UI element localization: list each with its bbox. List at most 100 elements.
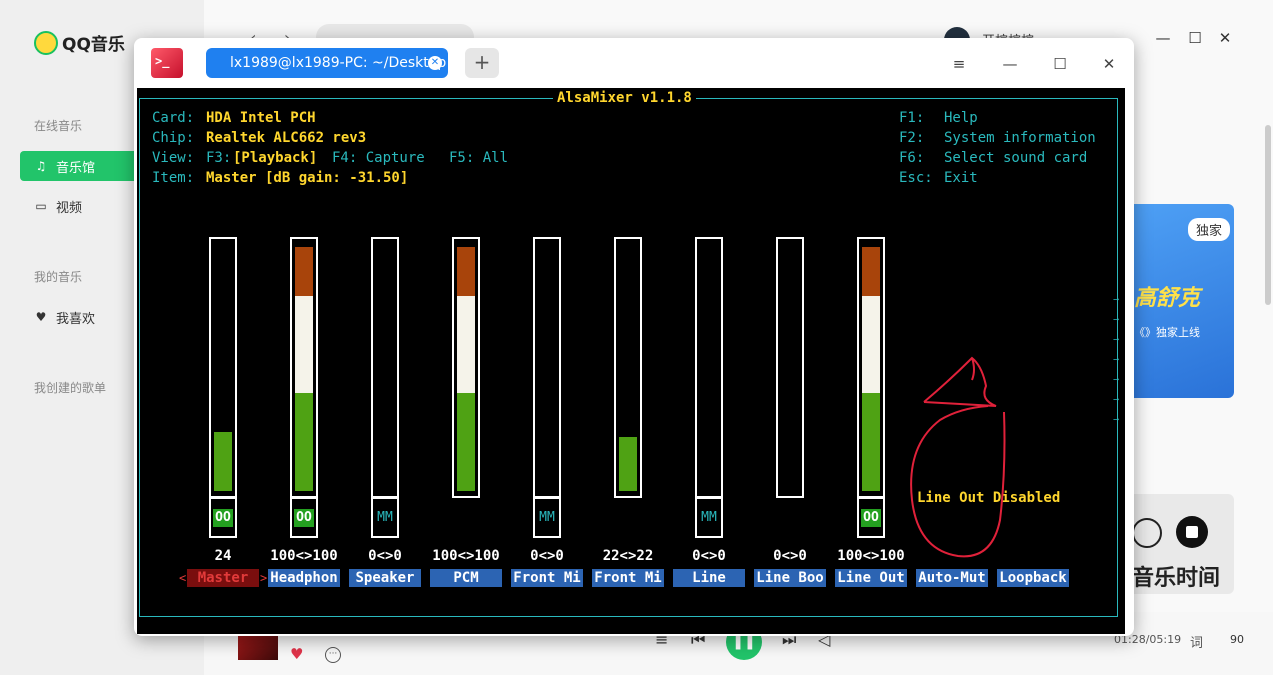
volume-bar[interactable] [209,237,237,498]
alsamixer: AlsaMixer v1.1.8 Card: HDA Intel PCH Chi… [0,0,1273,675]
view-f3-key: F3: [206,150,232,166]
item-value: Master [dB gain: -31.50] [206,170,409,186]
volume-bar[interactable] [776,237,804,498]
volume-level-fill [862,247,880,296]
selection-right-arrow: > [260,571,268,585]
mute-switch[interactable]: OO [209,497,237,538]
sidebar-item-label: 音乐馆 [56,160,96,176]
terminal-app-icon: >_ [151,48,183,78]
item-label: Item: [152,170,195,186]
qq-logo-text: QQ音乐 [62,35,125,55]
volume-value: 100<>100 [837,548,905,564]
mute-switch-state: OO [861,509,881,527]
control-name[interactable]: Line Boo [754,569,826,587]
volume-level-fill [295,247,313,296]
help-key-f1: F1: [899,110,925,126]
section-created-playlists: 我创建的歌单 [34,381,107,395]
volume-value: 0<>0 [773,548,807,564]
heart-icon[interactable]: ♥ [290,645,303,663]
volume-bar[interactable] [452,237,480,498]
lyric-button[interactable]: 词 [1190,632,1203,651]
help-key-esc: Esc: [899,170,933,186]
volume-value: 90 [1230,633,1244,646]
help-text-sysinfo: System information [944,130,1096,146]
chip-value: Realtek ALC662 rev3 [206,130,367,146]
help-text-help: Help [944,110,978,126]
card-title: 音乐时间 [1132,566,1221,591]
volume-bar[interactable] [290,237,318,498]
mute-switch[interactable]: MM [533,497,561,538]
close-icon[interactable]: ✕ [1217,30,1233,46]
alsamixer-title: AlsaMixer v1.1.8 [553,88,696,108]
qq-music-logo-icon [34,30,58,55]
volume-value: 0<>0 [530,548,564,564]
control-name[interactable]: Loopback [997,569,1069,587]
mute-switch-state: OO [213,509,233,527]
view-capture[interactable]: F4: Capture [332,148,425,168]
terminal-tab[interactable]: lx1989@lx1989-PC: ~/Desktop ✕ [206,48,448,78]
hand-drawn-annotation [910,356,1006,558]
minimize-icon[interactable]: — [1000,54,1020,74]
control-name[interactable]: PCM [430,569,502,587]
section-my-music: 我的音乐 [34,270,83,284]
control-name[interactable]: Speaker [349,569,421,587]
volume-bar[interactable] [533,237,561,498]
volume-value: 24 [214,548,232,564]
volume-value: 22<>22 [602,548,654,564]
control-name[interactable]: Line [673,569,745,587]
minimize-icon[interactable]: — [1155,30,1171,46]
more-icon[interactable]: ··· [325,647,341,663]
help-text-exit: Exit [944,170,978,186]
music-time-card[interactable]: 音乐时间 [1128,494,1234,594]
control-name[interactable]: Front Mi [592,569,664,587]
play-icon[interactable] [1132,518,1162,548]
menu-icon[interactable]: ≡ [949,54,969,74]
view-all[interactable]: F5: All [449,148,508,168]
control-name[interactable]: Line Out [835,569,907,587]
volume-bar[interactable] [695,237,723,498]
close-icon[interactable]: ✕ [1099,54,1119,74]
view-label: View: [152,150,195,166]
promo-banner[interactable]: 独家 高舒克 《》独家上线 [1128,204,1234,398]
heart-icon: ♥ [35,310,47,324]
volume-value: 0<>0 [368,548,402,564]
control-name[interactable]: Headphon [268,569,340,587]
control-name[interactable]: Auto-Mut [916,569,988,587]
volume-level-fill [862,295,880,394]
chip-label: Chip: [152,130,195,146]
volume-level-fill [862,393,880,491]
view-playback[interactable]: [Playback] [233,148,317,168]
qq-logo: QQ音乐 [34,30,125,55]
help-text-soundcard: Select sound card [944,150,1088,166]
volume-bar[interactable] [857,237,885,498]
mute-switch-state: MM [701,510,717,525]
volume-value: 0<>0 [692,548,726,564]
stop-icon[interactable] [1176,516,1208,548]
maximize-icon[interactable]: ☐ [1187,30,1203,46]
mute-switch[interactable]: OO [857,497,885,538]
volume-level-fill [295,295,313,394]
mute-switch-state: MM [539,510,555,525]
mute-switch[interactable]: MM [371,497,399,538]
volume-level-fill [295,393,313,491]
banner-subtitle: 《》独家上线 [1134,326,1200,339]
sidebar-item-label: 我喜欢 [56,311,96,327]
selection-left-arrow: < [179,571,187,585]
volume-level-fill [457,295,475,394]
volume-level-fill [214,432,232,491]
mute-switch[interactable]: MM [695,497,723,538]
scrollbar[interactable] [1265,125,1271,305]
mute-switch[interactable]: OO [290,497,318,538]
control-name[interactable]: Front Mi [511,569,583,587]
volume-level-fill [619,437,637,491]
help-key-f6: F6: [899,150,925,166]
section-online-music: 在线音乐 [34,119,83,133]
volume-level-fill [457,393,475,491]
card-value: HDA Intel PCH [206,110,316,126]
volume-bar[interactable] [371,237,399,498]
maximize-icon[interactable]: ☐ [1050,54,1070,74]
new-tab-button[interactable]: + [465,48,499,78]
tab-close-icon[interactable]: ✕ [428,56,442,70]
volume-bar[interactable] [614,237,642,498]
control-name[interactable]: Master [187,569,259,587]
